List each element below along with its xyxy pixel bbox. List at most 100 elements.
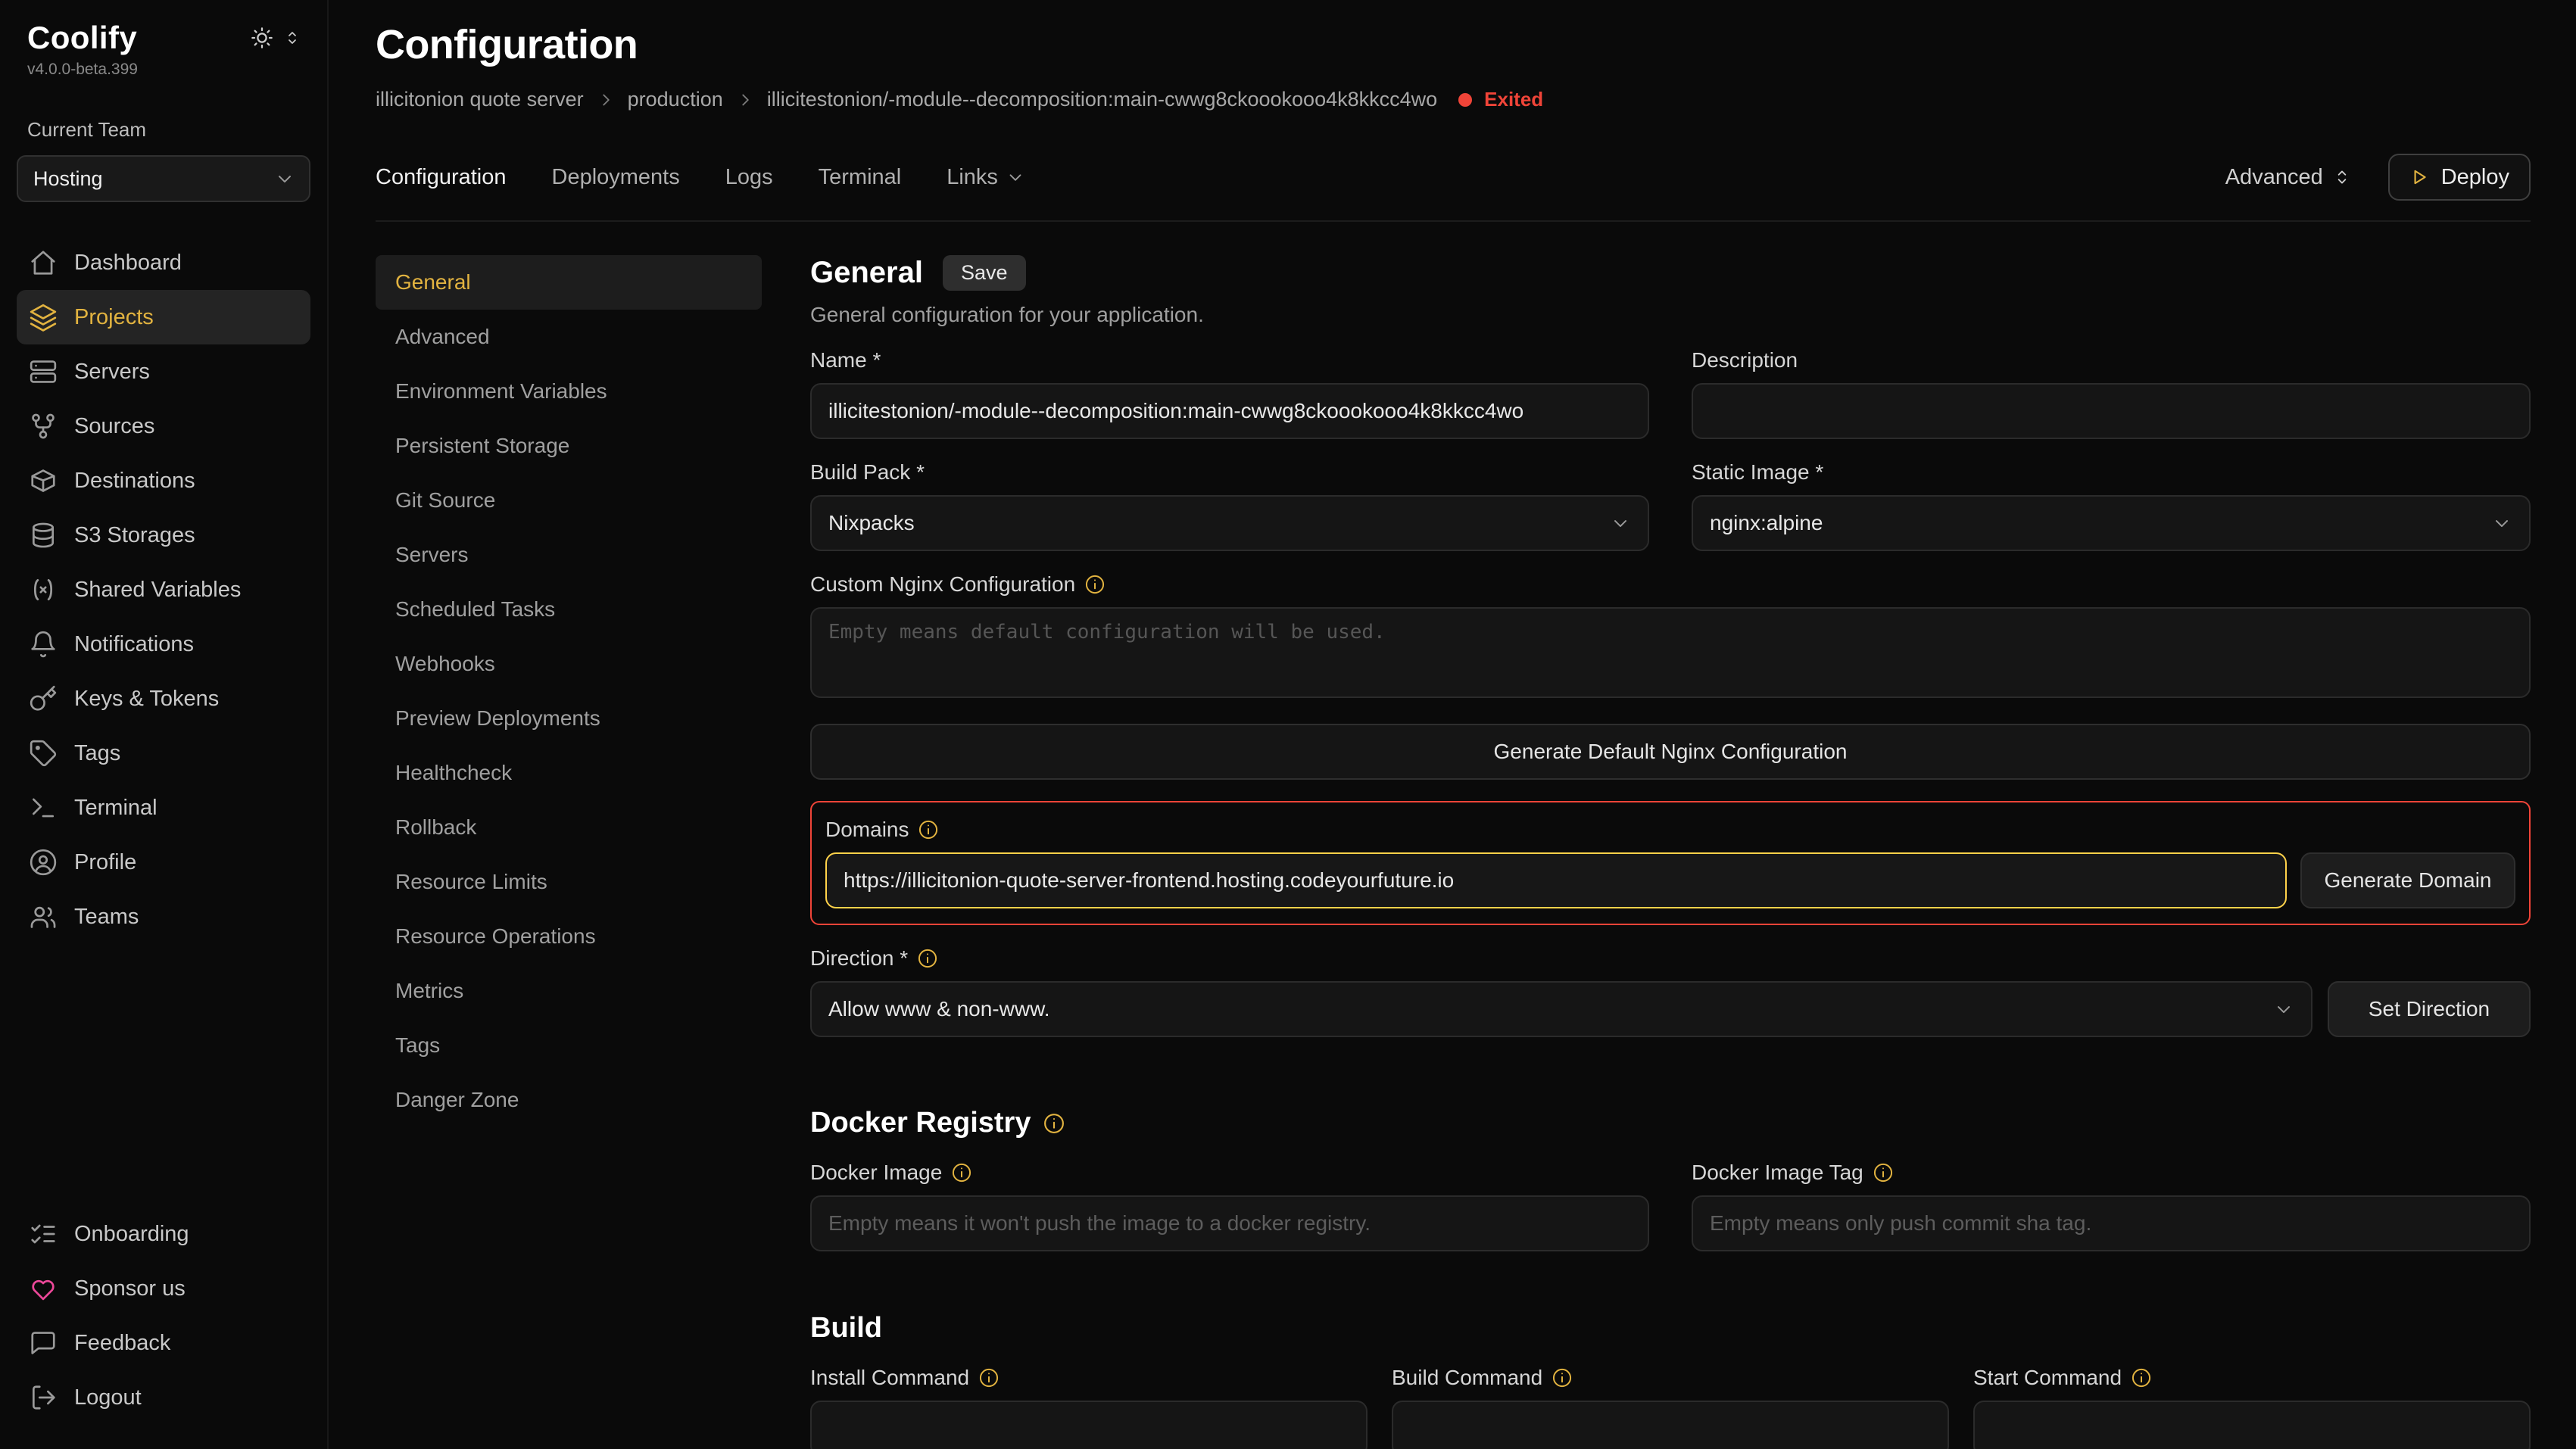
info-icon[interactable] [918,819,939,840]
sidebar-nav: Dashboard Projects Servers Sources Desti… [17,235,310,944]
build-pack-field: Build Pack * Nixpacks [810,439,1649,551]
subnav-item-metrics[interactable]: Metrics [376,964,762,1018]
subnav-item-rollback[interactable]: Rollback [376,800,762,855]
custom-nginx-config-textarea[interactable] [810,607,2531,698]
deploy-label: Deploy [2441,165,2509,190]
tab-configuration[interactable]: Configuration [376,165,507,190]
sidebar-item-keys-tokens[interactable]: Keys & Tokens [17,672,310,726]
subnav-item-healthcheck[interactable]: Healthcheck [376,746,762,800]
subnav-item-advanced[interactable]: Advanced [376,310,762,364]
generate-domain-button[interactable]: Generate Domain [2300,852,2515,908]
sidebar-item-label: Sources [74,414,154,439]
sidebar-item-sources[interactable]: Sources [17,399,310,453]
app-logo: Coolify [27,20,137,56]
info-icon[interactable] [1084,574,1106,595]
coolify-app: Coolify v4.0.0-beta.399 Current Team Hos… [0,0,2576,1449]
server-icon [29,357,58,386]
build-pack-value: Nixpacks [828,511,915,535]
name-input[interactable] [810,383,1649,439]
save-button[interactable]: Save [943,255,1026,291]
sidebar: Coolify v4.0.0-beta.399 Current Team Hos… [0,0,329,1449]
sidebar-item-s3-storages[interactable]: S3 Storages [17,508,310,562]
layers-icon [29,303,58,332]
unfold-icon [2332,167,2352,187]
info-icon[interactable] [1873,1162,1894,1183]
sidebar-item-label: Teams [74,905,139,930]
theme-sun-icon[interactable] [250,26,274,50]
theme-unfold-icon[interactable] [283,29,301,47]
sidebar-item-projects[interactable]: Projects [17,290,310,344]
sidebar-item-sponsor[interactable]: Sponsor us [17,1261,310,1316]
tab-deployments[interactable]: Deployments [552,165,680,190]
breadcrumb-project[interactable]: illicitonion quote server [376,88,584,111]
sidebar-item-terminal[interactable]: Terminal [17,781,310,835]
subnav-item-tags[interactable]: Tags [376,1018,762,1073]
sidebar-item-dashboard[interactable]: Dashboard [17,235,310,290]
subnav-item-scheduled-tasks[interactable]: Scheduled Tasks [376,582,762,637]
sidebar-item-servers[interactable]: Servers [17,344,310,399]
docker-image-tag-input[interactable] [1692,1195,2531,1251]
sidebar-item-label: Tags [74,741,120,766]
breadcrumb-application[interactable]: illicitestonion/-module--decomposition:m… [767,88,1437,111]
info-icon[interactable] [2131,1367,2152,1388]
direction-select[interactable]: Allow www & non-www. [810,981,2312,1037]
set-direction-button[interactable]: Set Direction [2328,981,2531,1037]
start-command-input[interactable] [1973,1401,2531,1449]
sidebar-item-notifications[interactable]: Notifications [17,617,310,672]
subnav-item-general[interactable]: General [376,255,762,310]
direction-label: Direction * [810,946,2531,971]
info-icon[interactable] [951,1162,972,1183]
users-icon [29,902,58,931]
tab-links[interactable]: Links [947,165,1025,190]
general-settings-panel: General Save General configuration for y… [810,255,2531,1449]
description-input[interactable] [1692,383,2531,439]
domains-input[interactable] [825,852,2287,908]
subnav-item-resource-operations[interactable]: Resource Operations [376,909,762,964]
settings-subnav: General Advanced Environment Variables P… [376,255,762,1449]
tab-label: Links [947,165,998,190]
sidebar-item-teams[interactable]: Teams [17,890,310,944]
sidebar-item-label: Logout [74,1385,142,1410]
bell-icon [29,630,58,659]
info-icon[interactable] [1552,1367,1573,1388]
info-icon[interactable] [917,948,938,969]
subnav-item-persistent-storage[interactable]: Persistent Storage [376,419,762,473]
breadcrumb-environment[interactable]: production [628,88,723,111]
sidebar-item-tags[interactable]: Tags [17,726,310,781]
subnav-item-environment-variables[interactable]: Environment Variables [376,364,762,419]
static-image-select[interactable]: nginx:alpine [1692,495,2531,551]
build-command-input[interactable] [1392,1401,1949,1449]
brand-row: Coolify [17,20,310,56]
info-icon[interactable] [1043,1112,1065,1135]
subnav-item-servers[interactable]: Servers [376,528,762,582]
sidebar-item-feedback[interactable]: Feedback [17,1316,310,1370]
install-command-field: Install Command [810,1345,1368,1449]
status-dot [1458,93,1472,107]
build-pack-select[interactable]: Nixpacks [810,495,1649,551]
deploy-button[interactable]: Deploy [2388,154,2531,201]
subnav-item-resource-limits[interactable]: Resource Limits [376,855,762,909]
key-icon [29,684,58,713]
subnav-item-danger-zone[interactable]: Danger Zone [376,1073,762,1127]
subnav-item-preview-deployments[interactable]: Preview Deployments [376,691,762,746]
install-command-input[interactable] [810,1401,1368,1449]
docker-image-input[interactable] [810,1195,1649,1251]
sidebar-item-shared-variables[interactable]: Shared Variables [17,562,310,617]
advanced-menu[interactable]: Advanced [2225,165,2352,190]
user-circle-icon [29,848,58,877]
team-select[interactable]: Hosting [17,155,310,202]
subnav-item-git-source[interactable]: Git Source [376,473,762,528]
info-icon[interactable] [978,1367,1000,1388]
name-field: Name * [810,327,1649,439]
database-icon [29,521,58,550]
subnav-item-webhooks[interactable]: Webhooks [376,637,762,691]
generate-nginx-config-button[interactable]: Generate Default Nginx Configuration [810,724,2531,780]
tab-terminal[interactable]: Terminal [819,165,902,190]
sidebar-item-profile[interactable]: Profile [17,835,310,890]
custom-nginx-config-label: Custom Nginx Configuration [810,572,2531,597]
sidebar-item-onboarding[interactable]: Onboarding [17,1207,310,1261]
tab-label: Deployments [552,165,680,190]
sidebar-item-logout[interactable]: Logout [17,1370,310,1425]
tab-logs[interactable]: Logs [725,165,773,190]
sidebar-item-destinations[interactable]: Destinations [17,453,310,508]
